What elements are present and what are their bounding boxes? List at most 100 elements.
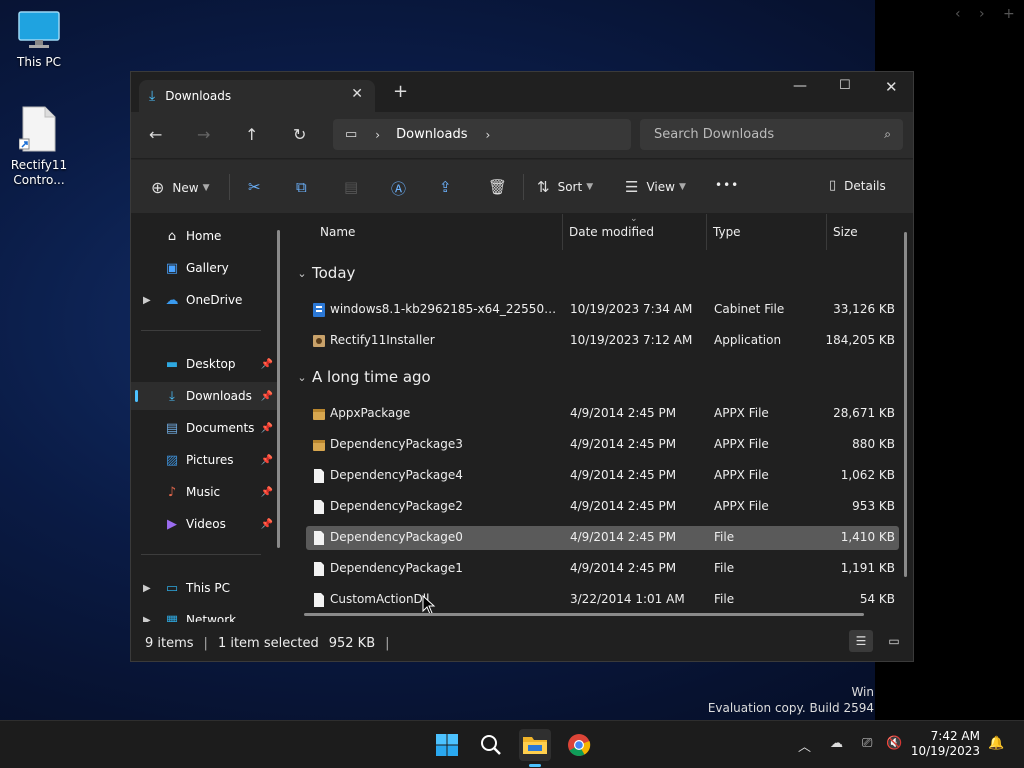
column-header-type[interactable]: Type [707, 214, 827, 250]
system-clock[interactable]: 7:42 AM 10/19/2023 [911, 729, 980, 759]
file-date: 10/19/2023 7:34 AM [570, 302, 693, 316]
nav-item-network[interactable]: ▶ ▦ Network [131, 606, 279, 623]
blank-file-icon [314, 562, 324, 576]
maximize-button[interactable]: ☐ [839, 78, 851, 93]
plus-icon[interactable]: + [1003, 6, 1015, 22]
nav-item-this-pc[interactable]: ▶ ▭ This PC [131, 574, 279, 602]
more-options-button[interactable]: ••• [715, 178, 739, 192]
tab-downloads[interactable]: ⤓ Downloads ✕ [139, 80, 375, 112]
refresh-button[interactable]: ↻ [293, 125, 306, 144]
file-name: CustomActionDll [330, 592, 430, 606]
pin-icon[interactable]: 📌 [261, 391, 273, 402]
new-button[interactable]: ⊕ New ▼ [151, 178, 210, 197]
pin-icon[interactable]: 📌 [261, 519, 273, 530]
mouse-cursor-icon [422, 595, 436, 615]
search-icon [481, 735, 501, 755]
home-icon: ⌂ [167, 228, 177, 244]
chevron-right-icon[interactable]: ▶ [143, 615, 151, 623]
chevron-right-icon[interactable]: › [486, 128, 491, 142]
onedrive-status-icon[interactable]: ☁ [830, 736, 843, 751]
nav-scrollbar[interactable] [277, 230, 280, 548]
tiles-view-button[interactable]: ▭ [882, 630, 906, 652]
chevron-down-icon: ▼ [586, 182, 594, 192]
rename-icon: Ⓐ [391, 180, 407, 198]
table-row[interactable]: DependencyPackage3 4/9/2014 2:45 PM APPX… [306, 433, 899, 457]
file-name: DependencyPackage1 [330, 561, 463, 575]
address-field[interactable]: ▭ › Downloads › [333, 119, 631, 150]
cloud-icon: ☁ [165, 292, 179, 308]
details-view-button[interactable]: ☰ [849, 630, 873, 652]
paste-button[interactable]: ▤ [344, 178, 358, 196]
nav-item-desktop[interactable]: ▬ Desktop 📌 [131, 350, 279, 378]
network-status-icon[interactable]: ⎚ [862, 736, 872, 751]
chevron-right-icon[interactable]: ▶ [143, 295, 151, 306]
file-type: Application [714, 333, 782, 347]
file-list-vertical-scrollbar[interactable] [904, 232, 907, 577]
file-list-horizontal-scrollbar[interactable] [304, 613, 864, 616]
navigation-pane: ⌂ Home ▣ Gallery ▶ ☁ OneDrive ▬ Desktop … [131, 214, 288, 622]
table-row[interactable]: CustomActionDll 3/22/2014 1:01 AM File 5… [306, 588, 899, 612]
forward-button[interactable]: → [197, 125, 210, 144]
minimize-button[interactable]: — [793, 78, 807, 94]
table-row[interactable]: DependencyPackage4 4/9/2014 2:45 PM APPX… [306, 464, 899, 488]
pin-icon[interactable]: 📌 [261, 487, 273, 498]
tab-bar: ⤓ Downloads ✕ + — ☐ ✕ [131, 72, 913, 112]
desktop-icon-rectify11[interactable]: Rectify11 Contro... [0, 105, 78, 188]
notification-bell-icon[interactable]: 🔔 [988, 736, 1004, 751]
share-button[interactable]: ⇪ [439, 178, 452, 196]
table-row[interactable]: AppxPackage 4/9/2014 2:45 PM APPX File 2… [306, 402, 899, 426]
new-tab-button[interactable]: + [393, 83, 408, 101]
details-pane-button[interactable]: ▯ Details [829, 178, 886, 193]
nav-item-downloads[interactable]: ⤓ Downloads 📌 [131, 382, 279, 410]
file-explorer-taskbar-button[interactable] [519, 729, 551, 767]
chevron-left-icon[interactable]: ‹ [955, 6, 961, 22]
start-button[interactable] [431, 729, 463, 761]
table-row-selected[interactable]: DependencyPackage0 4/9/2014 2:45 PM File… [306, 526, 899, 550]
chevron-right-icon[interactable]: ▶ [143, 583, 151, 594]
table-row[interactable]: DependencyPackage2 4/9/2014 2:45 PM APPX… [306, 495, 899, 519]
nav-item-home[interactable]: ⌂ Home [131, 222, 279, 250]
nav-item-label: Documents [186, 421, 255, 435]
chevron-right-icon[interactable]: › [375, 128, 380, 142]
nav-item-videos[interactable]: ▶ Videos 📌 [131, 510, 279, 538]
view-button[interactable]: ☰ View ▼ [625, 178, 686, 196]
package-box-icon [313, 440, 325, 451]
nav-item-documents[interactable]: ▤ Documents 📌 [131, 414, 279, 442]
close-window-button[interactable]: ✕ [885, 78, 898, 96]
close-tab-icon[interactable]: ✕ [351, 86, 363, 102]
chevron-up-icon[interactable]: ︿ [798, 736, 811, 755]
column-header-row: Name Date modified Type Size ⌄ [292, 214, 908, 250]
group-header-today[interactable]: ⌄ Today [292, 258, 355, 288]
pin-icon[interactable]: 📌 [261, 455, 273, 466]
column-header-name[interactable]: Name [292, 214, 563, 250]
sort-button[interactable]: ⇅ Sort ▼ [537, 178, 593, 196]
desktop-icon-this-pc[interactable]: This PC [0, 10, 78, 70]
table-row[interactable]: DependencyPackage1 4/9/2014 2:45 PM File… [306, 557, 899, 581]
search-input[interactable]: Search Downloads ⌕ [640, 119, 903, 150]
nav-item-onedrive[interactable]: ▶ ☁ OneDrive [131, 286, 279, 314]
view-label: View [646, 180, 675, 194]
nav-item-music[interactable]: ♪ Music 📌 [131, 478, 279, 506]
pin-icon[interactable]: 📌 [261, 359, 273, 370]
rename-button[interactable]: Ⓐ [391, 178, 406, 199]
chrome-taskbar-button[interactable] [563, 729, 595, 761]
table-row[interactable]: Rectify11Installer 10/19/2023 7:12 AM Ap… [306, 329, 899, 353]
search-taskbar-button[interactable] [475, 729, 507, 761]
status-item-count: 9 items [145, 635, 194, 651]
pin-icon[interactable]: 📌 [261, 423, 273, 434]
volume-muted-icon[interactable]: 🔇 [886, 736, 902, 751]
windows-logo-icon [436, 734, 458, 756]
group-header-long-time-ago[interactable]: ⌄ A long time ago [292, 362, 430, 392]
nav-item-gallery[interactable]: ▣ Gallery [131, 254, 279, 282]
nav-item-pictures[interactable]: ▨ Pictures 📌 [131, 446, 279, 474]
back-button[interactable]: ← [149, 125, 162, 144]
cut-button[interactable]: ✂ [248, 178, 261, 196]
delete-button[interactable]: 🗑 [488, 178, 507, 196]
command-bar: ⊕ New ▼ ✂ ⧉ ▤ Ⓐ ⇪ 🗑 ⇅ Sort ▼ ☰ View ▼ ••… [131, 159, 913, 213]
table-row[interactable]: windows8.1-kb2962185-x64_225504b49f3... … [306, 298, 899, 322]
up-button[interactable]: ↑ [245, 125, 258, 144]
breadcrumb-downloads[interactable]: Downloads [396, 127, 467, 142]
chevron-right-icon[interactable]: › [979, 6, 985, 22]
column-header-size[interactable]: Size [827, 214, 908, 250]
copy-button[interactable]: ⧉ [296, 178, 307, 196]
